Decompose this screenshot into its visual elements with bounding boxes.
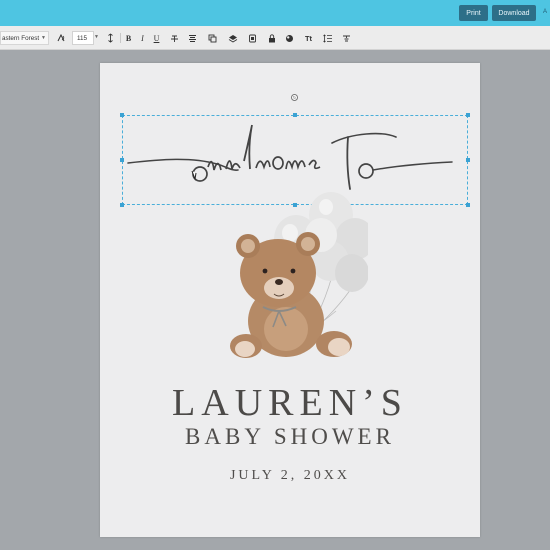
- bold-button[interactable]: B: [122, 31, 135, 45]
- text-effect-icon[interactable]: [55, 31, 68, 45]
- layers-icon[interactable]: [226, 31, 239, 45]
- font-family-select[interactable]: astern Forest ▼: [0, 31, 49, 45]
- formatting-toolbar: astern Forest ▼ 115 ▼ B I U Tt: [0, 26, 550, 50]
- print-button[interactable]: Print: [459, 5, 488, 21]
- text-transform-icon[interactable]: Tt: [302, 31, 315, 45]
- copy-style-icon[interactable]: [246, 31, 259, 45]
- font-family-value: astern Forest: [2, 34, 40, 42]
- duplicate-icon[interactable]: [206, 31, 219, 45]
- design-canvas[interactable]: ↻ LAUREN’S BABY SHOWER JULY 2, 20XX: [100, 63, 480, 537]
- italic-button[interactable]: I: [136, 31, 149, 45]
- strikethrough-icon[interactable]: [168, 31, 181, 45]
- font-size-input[interactable]: 115: [72, 31, 94, 45]
- chevron-down-icon: ▼: [41, 35, 46, 41]
- header-edge-text[interactable]: A: [543, 9, 547, 15]
- color-fill-icon[interactable]: [283, 31, 296, 45]
- download-button[interactable]: Download: [492, 5, 536, 21]
- lock-icon[interactable]: [265, 31, 278, 45]
- teddy-bear-balloons-illustration[interactable]: [218, 191, 368, 376]
- rotate-handle-icon[interactable]: ↻: [291, 94, 298, 101]
- underline-button[interactable]: U: [150, 31, 163, 45]
- event-title[interactable]: BABY SHOWER: [100, 424, 480, 450]
- align-icon[interactable]: [186, 31, 199, 45]
- event-date[interactable]: JULY 2, 20XX: [100, 468, 480, 484]
- toolbar-divider: [120, 33, 121, 43]
- line-height-icon[interactable]: [104, 31, 117, 45]
- honoree-name[interactable]: LAUREN’S: [100, 381, 480, 425]
- top-header-bar: Print Download A: [0, 0, 550, 26]
- font-size-chevron-icon[interactable]: ▼: [94, 34, 99, 40]
- more-options-icon[interactable]: [340, 31, 353, 45]
- list-spacing-icon[interactable]: [321, 31, 334, 45]
